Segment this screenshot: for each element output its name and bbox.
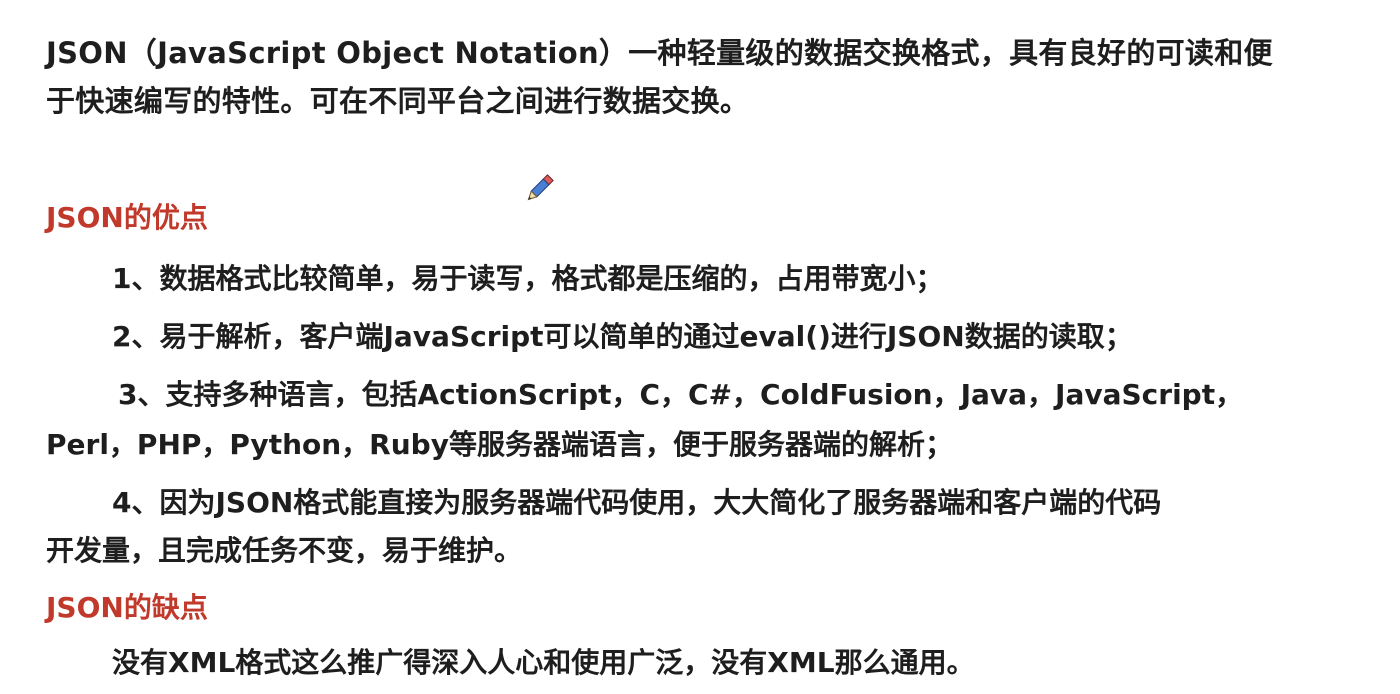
advantage-item-2: 2、易于解析，客户端JavaScript可以简单的通过eval()进行JSON数… [112,320,1133,353]
intro-line-2: 于快速编写的特性。可在不同平台之间进行数据交换。 [46,84,750,118]
advantage-item-1: 1、数据格式比较简单，易于读写，格式都是压缩的，占用带宽小； [112,262,944,295]
advantage-item-4-line-1: 4、因为JSON格式能直接为服务器端代码使用，大大简化了服务器端和客户端的代码 [112,486,1162,519]
disadvantage-item-1: 没有XML格式这么推广得深入人心和使用广泛，没有XML那么通用。 [112,646,975,679]
disadvantages-heading: JSON的缺点 [46,591,208,624]
slide: JSON（JavaScript Object Notation）一种轻量级的数据… [0,0,1400,694]
intro-line-1: JSON（JavaScript Object Notation）一种轻量级的数据… [46,36,1273,70]
pencil-icon [527,174,554,201]
advantages-heading: JSON的优点 [46,201,208,234]
advantage-item-3-line-1: 3、支持多种语言，包括ActionScript，C，C#，ColdFusion，… [118,378,1244,411]
advantage-item-3-line-2: Perl，PHP，Python，Ruby等服务器端语言，便于服务器端的解析； [46,428,953,461]
advantage-item-4-line-2: 开发量，且完成任务不变，易于维护。 [46,534,523,567]
